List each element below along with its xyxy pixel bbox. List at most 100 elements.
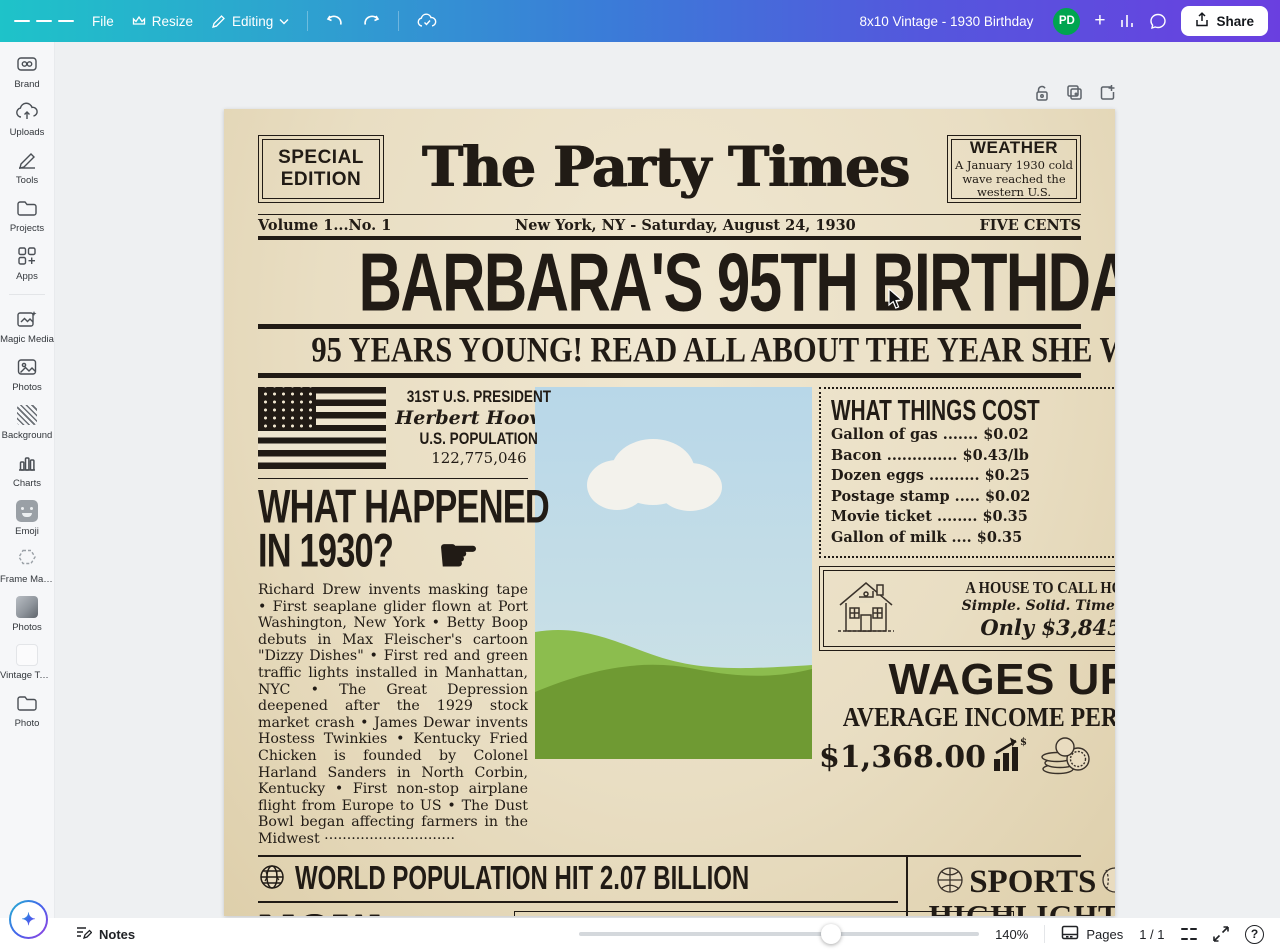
toolbar-divider: [307, 11, 308, 31]
crown-icon: [132, 15, 146, 27]
sidebar-item-photos-2[interactable]: Photos: [0, 595, 55, 633]
what-things-cost-box[interactable]: WHAT THINGS COST $ Gallon of gas .......…: [819, 387, 1115, 558]
toolbar-divider: [398, 11, 399, 31]
sports-highlights-block[interactable]: SPORTS HIGHLIGHTS ·✦· World Series Champ…: [906, 857, 1115, 917]
cost-row: Movie ticket ........ $0.35: [831, 507, 1115, 528]
comment-icon[interactable]: [1149, 13, 1167, 30]
now-showing-block[interactable]: NOW DRIVE-IN THEATER SHOWING! THE YEAR'S…: [258, 911, 504, 917]
pages-icon: [1061, 925, 1079, 943]
sidebar-item-label: Emoji: [15, 526, 39, 537]
sidebar-item-brand[interactable]: Brand: [0, 52, 55, 90]
help-button[interactable]: ?: [1245, 925, 1264, 944]
newspaper-title[interactable]: The Party Times: [398, 135, 933, 203]
house-ad-box[interactable]: A HOUSE TO CALL HOME Simple. Solid. Time…: [819, 566, 1115, 651]
photo-thumbnail-icon: [16, 595, 38, 619]
frame-maker-icon: [15, 547, 39, 571]
pencil-icon: [211, 14, 226, 29]
bottom-left-section: WORLD POPULATION HIT 2.07 BILLION NOW DR…: [258, 857, 906, 917]
zoom-level[interactable]: 140%: [995, 927, 1028, 942]
document-title[interactable]: 8x10 Vintage - 1930 Birthday: [859, 14, 1033, 29]
file-menu-button[interactable]: File: [92, 14, 114, 29]
notes-button[interactable]: Notes: [75, 925, 135, 944]
wages-amount: $1,368.00: [819, 740, 986, 775]
top-toolbar: File Resize Editing 8x10 Vintage - 1930 …: [0, 0, 1280, 42]
add-page-icon[interactable]: [1099, 84, 1116, 102]
weather-body: A January 1930 cold wave reached the wes…: [952, 159, 1076, 200]
redo-icon[interactable]: [362, 13, 380, 29]
weather-box[interactable]: WEATHER A January 1930 cold wave reached…: [947, 135, 1081, 203]
sidebar-item-projects[interactable]: Projects: [0, 196, 55, 234]
president-label-wrap: 31ST U.S. PRESIDENT: [394, 389, 564, 407]
notes-icon: [75, 925, 92, 944]
house-illustration: [830, 575, 902, 642]
design-canvas-page[interactable]: SPECIAL EDITION The Party Times WEATHER …: [224, 109, 1115, 916]
special-edition-box[interactable]: SPECIAL EDITION: [258, 135, 384, 203]
sidebar-item-apps[interactable]: Apps: [0, 244, 55, 282]
population-banner[interactable]: WORLD POPULATION HIT 2.07 BILLION: [258, 857, 898, 903]
emoji-icon: [16, 499, 38, 523]
sidebar-item-label: Uploads: [10, 127, 45, 138]
duplicate-page-icon[interactable]: [1066, 84, 1083, 102]
growth-chart-icon: $: [992, 737, 1032, 778]
grid-view-icon[interactable]: [1181, 926, 1198, 943]
insights-icon[interactable]: [1119, 13, 1135, 29]
sidebar-item-label: Vintage Tex...: [0, 670, 54, 681]
editing-mode-button[interactable]: Editing: [211, 14, 289, 29]
share-icon: [1195, 12, 1209, 30]
share-button[interactable]: Share: [1181, 6, 1268, 36]
wages-block[interactable]: WAGES UP! AVERAGE INCOME PER YEAR $1,368…: [819, 657, 1115, 780]
now-word: NOW: [258, 911, 380, 917]
sidebar-item-magic-media[interactable]: Magic Media: [0, 307, 55, 345]
what-happened-body[interactable]: Richard Drew invents masking tape • Firs…: [258, 582, 528, 848]
lock-icon[interactable]: [1034, 84, 1050, 102]
zoom-slider[interactable]: [579, 932, 979, 936]
what-happened-heading[interactable]: WHAT HAPPENED IN 1930? ☛: [258, 485, 528, 575]
chevron-down-icon: [279, 18, 289, 25]
sidebar-item-label: Photo: [15, 718, 40, 729]
landscape-photo-placeholder[interactable]: [535, 387, 812, 759]
sub-headline[interactable]: 95 YEARS YOUNG! READ ALL ABOUT THE YEAR …: [258, 329, 1081, 373]
sidebar-item-tools[interactable]: Tools: [0, 148, 55, 186]
pages-button[interactable]: Pages: [1061, 925, 1123, 943]
sidebar-item-photos[interactable]: Photos: [0, 355, 55, 393]
special-edition-line2: EDITION: [281, 169, 362, 191]
sidebar-item-label: Background: [2, 430, 53, 441]
avatar[interactable]: PD: [1053, 8, 1080, 35]
fullscreen-icon[interactable]: [1213, 926, 1229, 942]
main-headline[interactable]: BARBARA'S 95TH BIRTHDAY: [258, 240, 1081, 324]
us-flag-illustration: [258, 387, 386, 469]
sidebar-item-uploads[interactable]: Uploads: [0, 100, 55, 138]
sidebar-item-frame-maker[interactable]: Frame Maker: [0, 547, 55, 585]
main-headline-text: BARBARA'S 95TH BIRTHDAY: [359, 236, 1115, 328]
sidebar-item-charts[interactable]: Charts: [0, 451, 55, 489]
background-icon: [17, 403, 37, 427]
sidebar-item-label: Photos: [12, 382, 42, 393]
stars-title: BARBARA IS NOT THE ONLY STAR BORN IN 193…: [571, 915, 957, 916]
president-block[interactable]: 31ST U.S. PRESIDENT Herbert Hoover U.S. …: [258, 387, 528, 469]
what-happened-line2: IN 1930?: [258, 527, 393, 575]
photo-folder-icon: [16, 691, 38, 715]
basketball-icon: [935, 865, 965, 900]
canva-assistant-button[interactable]: ✦: [9, 900, 48, 939]
charts-icon: [16, 451, 38, 475]
middle-column: [535, 387, 812, 848]
resize-button[interactable]: Resize: [132, 14, 193, 29]
sidebar-item-vintage-texture[interactable]: Vintage Tex...: [0, 643, 55, 681]
zoom-slider-handle[interactable]: [821, 924, 841, 944]
status-bar: Notes 140% Pages 1 / 1 ?: [0, 918, 1280, 950]
add-member-button[interactable]: +: [1094, 10, 1105, 32]
tools-icon: [16, 148, 38, 172]
cloud-check-icon[interactable]: [417, 13, 437, 29]
sidebar-item-background[interactable]: Background: [0, 403, 55, 441]
dateline-price: FIVE CENTS: [979, 217, 1081, 234]
newspaper-masthead: SPECIAL EDITION The Party Times WEATHER …: [258, 135, 1081, 203]
sidebar-item-label: Charts: [13, 478, 41, 489]
sidebar: Brand Uploads Tools Projects Apps Magic …: [0, 42, 55, 918]
undo-icon[interactable]: [326, 13, 344, 29]
sidebar-item-emoji[interactable]: Emoji: [0, 499, 55, 537]
menu-icon[interactable]: [14, 17, 74, 25]
sidebar-item-photo[interactable]: Photo: [0, 691, 55, 729]
sparkle-icon: ✦: [21, 910, 35, 930]
sidebar-item-label: Magic Media: [0, 334, 54, 345]
sidebar-item-label: Brand: [14, 79, 39, 90]
